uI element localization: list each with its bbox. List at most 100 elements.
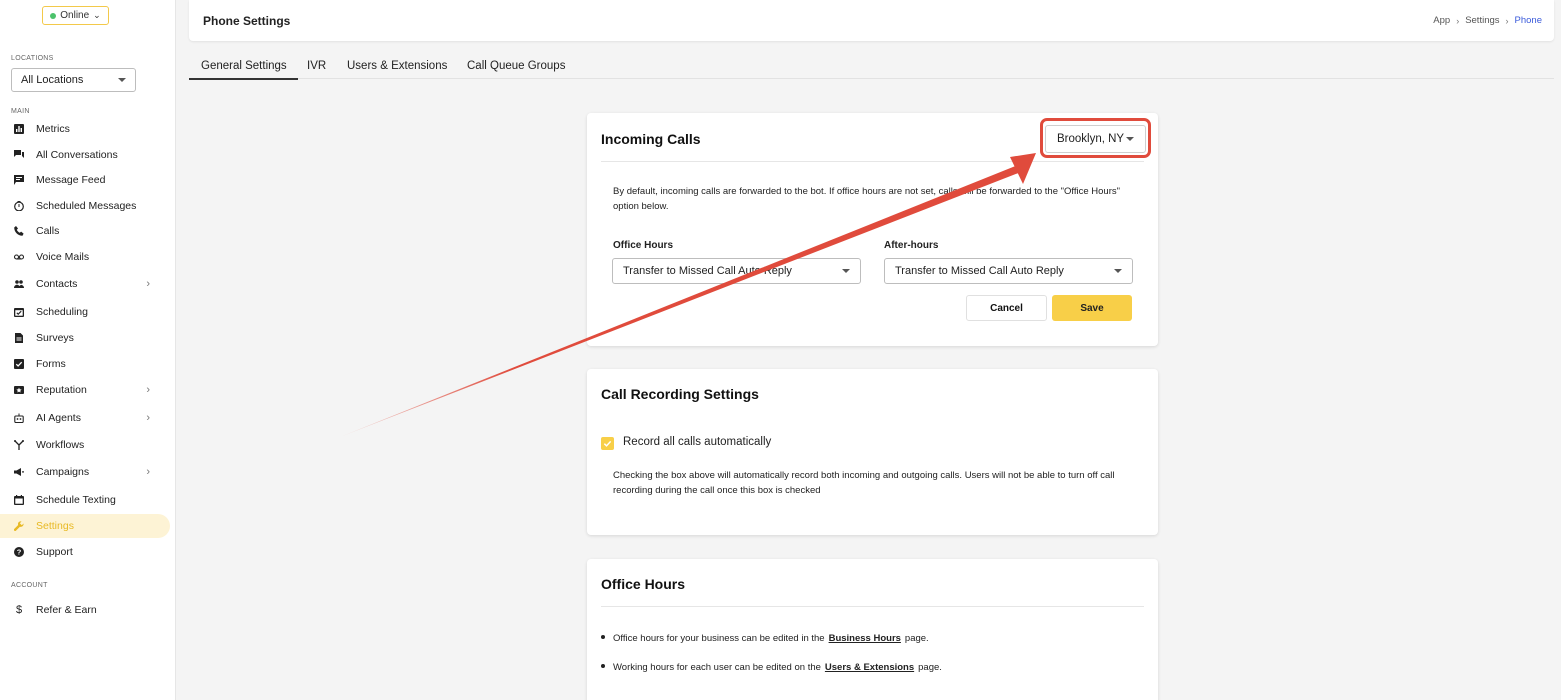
- status-dot-icon: [50, 12, 57, 19]
- sidebar-item-label: Schedule Texting: [36, 494, 116, 506]
- list-item-text: page.: [918, 662, 942, 673]
- star-box-icon: [12, 383, 26, 397]
- tab-general-settings[interactable]: General Settings: [189, 60, 298, 80]
- list-item-text: page.: [904, 633, 929, 644]
- bullet-icon: [601, 664, 605, 669]
- sidebar-item-label: AI Agents: [36, 412, 81, 424]
- timer-icon: [12, 199, 26, 213]
- chevron-right-icon: ›: [1505, 15, 1509, 26]
- sidebar-item-refer-earn[interactable]: $ Refer & Earn: [0, 598, 170, 622]
- incoming-description: By default, incoming calls are forwarded…: [613, 186, 1120, 212]
- after-hours-select-value: Transfer to Missed Call Auto Reply: [895, 265, 1064, 277]
- record-all-calls-label[interactable]: Record all calls automatically: [623, 436, 771, 448]
- caret-down-icon: [118, 78, 126, 82]
- breadcrumb-settings[interactable]: Settings: [1465, 15, 1499, 26]
- robot-icon: [12, 411, 26, 425]
- main-section-label: MAIN: [11, 108, 30, 115]
- divider: [601, 606, 1144, 607]
- breadcrumb-phone: Phone: [1514, 15, 1542, 26]
- business-hours-link[interactable]: Business Hours: [829, 633, 901, 644]
- dollar-icon: $: [15, 604, 23, 616]
- tab-bar: General Settings IVR Users & Extensions …: [189, 54, 1554, 80]
- sidebar-item-ai-agents[interactable]: AI Agents ›: [0, 406, 170, 430]
- breadcrumb: App › Settings › Phone: [1433, 15, 1542, 26]
- call-recording-card: Call Recording Settings Record all calls…: [587, 369, 1158, 535]
- cancel-button[interactable]: Cancel: [966, 295, 1047, 321]
- sidebar-item-calls[interactable]: Calls: [0, 219, 170, 243]
- locations-section-label: LOCATIONS: [11, 55, 54, 62]
- after-hours-select[interactable]: Transfer to Missed Call Auto Reply: [884, 258, 1133, 284]
- sidebar-item-all-conversations[interactable]: All Conversations: [0, 143, 170, 167]
- sidebar-item-voice-mails[interactable]: Voice Mails: [0, 245, 170, 269]
- sidebar-item-campaigns[interactable]: Campaigns ›: [0, 460, 170, 484]
- chevron-right-icon: ›: [146, 466, 150, 478]
- document-icon: [12, 331, 26, 345]
- sidebar-item-surveys[interactable]: Surveys: [0, 326, 170, 350]
- chat-bubbles-icon: [12, 148, 26, 162]
- sidebar-item-settings[interactable]: Settings: [0, 514, 170, 538]
- online-status-dropdown[interactable]: Online ⌄: [42, 6, 109, 25]
- sidebar-item-scheduling[interactable]: Scheduling: [0, 300, 170, 324]
- sidebar-item-contacts[interactable]: Contacts ›: [0, 272, 170, 296]
- list-item: Office hours for your business can be ed…: [601, 633, 929, 644]
- list-item: Working hours for each user can be edite…: [601, 662, 942, 673]
- sidebar-item-label: Calls: [36, 225, 60, 237]
- sidebar-item-support[interactable]: ? Support: [0, 540, 170, 564]
- sidebar-item-label: Surveys: [36, 332, 74, 344]
- wrench-icon: [12, 519, 26, 533]
- incoming-calls-card: Incoming Calls Brooklyn, NY By default, …: [587, 113, 1158, 346]
- location-select-value: All Locations: [21, 74, 84, 86]
- sidebar-item-label: Contacts: [36, 278, 78, 290]
- sidebar-item-label: Support: [36, 546, 73, 558]
- annotation-highlight-box: [1040, 118, 1151, 158]
- tab-call-queue-groups[interactable]: Call Queue Groups: [467, 60, 565, 72]
- page-title: Phone Settings: [203, 14, 291, 28]
- users-extensions-link[interactable]: Users & Extensions: [825, 662, 914, 673]
- sidebar-item-metrics[interactable]: Metrics: [0, 117, 170, 141]
- sidebar-item-message-feed[interactable]: Message Feed: [0, 168, 170, 192]
- checkmark-icon: [603, 440, 612, 447]
- checkbox-icon: [12, 357, 26, 371]
- sidebar-item-label: Metrics: [36, 123, 70, 135]
- page-header: Phone Settings App › Settings › Phone: [189, 0, 1554, 41]
- incoming-calls-title: Incoming Calls: [601, 131, 701, 147]
- help-icon: ?: [12, 545, 26, 559]
- sidebar-item-scheduled-messages[interactable]: Scheduled Messages: [0, 194, 170, 218]
- chevron-right-icon: ›: [146, 412, 150, 424]
- office-hours-select[interactable]: Transfer to Missed Call Auto Reply: [612, 258, 861, 284]
- office-hours-select-value: Transfer to Missed Call Auto Reply: [623, 265, 792, 277]
- megaphone-icon: [12, 465, 26, 479]
- sidebar-item-label: Refer & Earn: [36, 604, 97, 616]
- sidebar-item-workflows[interactable]: Workflows: [0, 433, 170, 457]
- bullet-icon: [601, 635, 605, 640]
- list-item-text: Working hours for each user can be edite…: [613, 662, 821, 673]
- voicemail-icon: [12, 250, 26, 264]
- sidebar-item-label: Forms: [36, 358, 66, 370]
- sidebar-item-label: Voice Mails: [36, 251, 90, 263]
- sidebar-item-label: Settings: [36, 520, 74, 532]
- sidebar-item-forms[interactable]: Forms: [0, 352, 170, 376]
- save-button[interactable]: Save: [1052, 295, 1132, 321]
- sidebar-item-label: Scheduled Messages: [36, 200, 137, 212]
- calendar-check-icon: [12, 305, 26, 319]
- office-hours-label: Office Hours: [613, 240, 674, 251]
- message-icon: [12, 173, 26, 187]
- sidebar-item-label: Message Feed: [36, 174, 106, 186]
- divider: [601, 161, 1144, 162]
- location-select[interactable]: All Locations: [11, 68, 136, 92]
- caret-down-icon: [842, 269, 850, 273]
- tab-users-extensions[interactable]: Users & Extensions: [347, 60, 447, 72]
- sidebar-item-label: Workflows: [36, 439, 85, 451]
- sidebar-item-reputation[interactable]: Reputation ›: [0, 378, 170, 402]
- breadcrumb-app[interactable]: App: [1433, 15, 1450, 26]
- chevron-right-icon: ›: [146, 384, 150, 396]
- chevron-right-icon: ›: [1456, 15, 1460, 26]
- record-all-calls-checkbox[interactable]: [601, 437, 614, 450]
- tab-ivr[interactable]: IVR: [307, 60, 326, 72]
- call-recording-title: Call Recording Settings: [601, 386, 759, 402]
- sidebar-item-schedule-texting[interactable]: Schedule Texting: [0, 488, 170, 512]
- chevron-right-icon: ›: [146, 278, 150, 290]
- phone-icon: [12, 224, 26, 238]
- caret-down-icon: [1114, 269, 1122, 273]
- sidebar-item-label: Reputation: [36, 384, 87, 396]
